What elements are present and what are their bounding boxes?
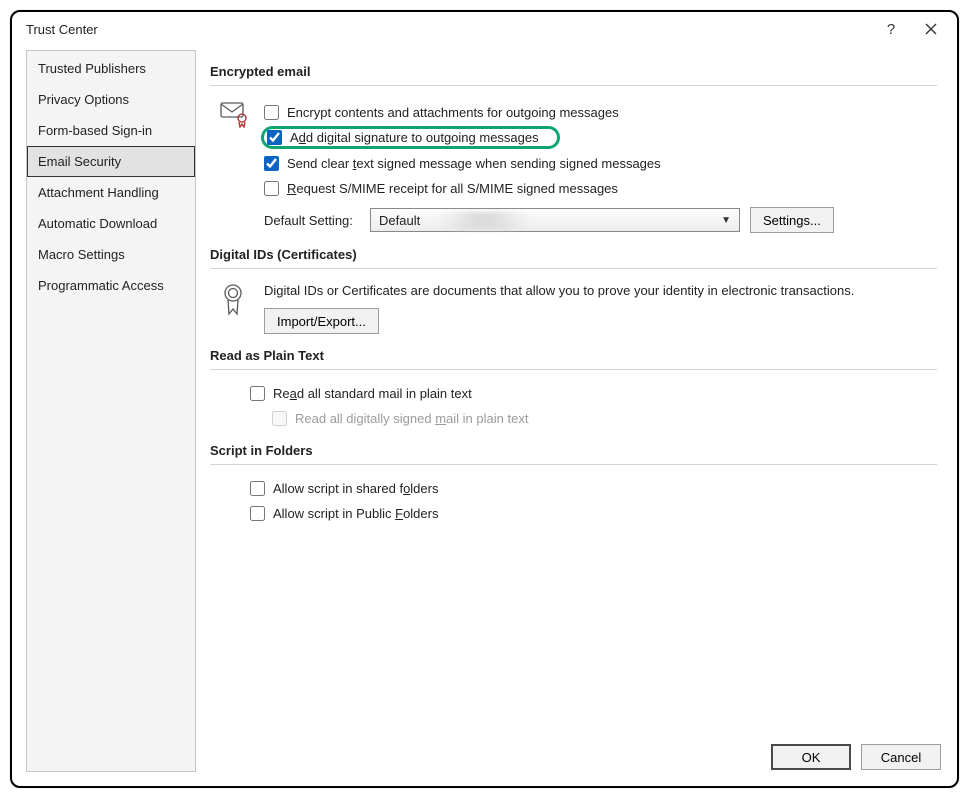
sidebar-item-privacy-options[interactable]: Privacy Options [27,84,195,115]
allow-script-public-folders-label: Allow script in Public Folders [273,506,438,521]
section-heading-plain-text: Read as Plain Text [210,348,937,363]
digital-ids-description: Digital IDs or Certificates are document… [264,283,937,298]
ok-button[interactable]: OK [771,744,851,770]
certificate-ribbon-icon [220,281,250,334]
dialog-title: Trust Center [26,22,871,37]
sidebar-item-attachment-handling[interactable]: Attachment Handling [27,177,195,208]
default-setting-combobox[interactable]: Default ▼ [370,208,740,232]
request-smime-receipt-label: Request S/MIME receipt for all S/MIME si… [287,181,618,196]
default-setting-label: Default Setting: [264,213,360,228]
settings-button[interactable]: Settings... [750,207,834,233]
main-panel: Encrypted email Encry [210,50,943,772]
section-heading-script-folders: Script in Folders [210,443,937,458]
sidebar-item-automatic-download[interactable]: Automatic Download [27,208,195,239]
allow-script-shared-folders-checkbox[interactable]: Allow script in shared folders [250,477,937,499]
send-clear-text-label: Send clear text signed message when send… [287,156,661,171]
cancel-button[interactable]: Cancel [861,744,941,770]
add-digital-signature-label: Add digital signature to outgoing messag… [290,130,539,145]
add-digital-signature-checkbox[interactable] [267,130,282,145]
allow-script-shared-folders-label: Allow script in shared folders [273,481,438,496]
sidebar: Trusted Publishers Privacy Options Form-… [26,50,196,772]
section-heading-digital-ids: Digital IDs (Certificates) [210,247,937,262]
sidebar-item-programmatic-access[interactable]: Programmatic Access [27,270,195,301]
titlebar: Trust Center ? [12,12,957,46]
encrypt-contents-label: Encrypt contents and attachments for out… [287,105,619,120]
encrypt-contents-checkbox[interactable]: Encrypt contents and attachments for out… [264,101,937,123]
help-icon[interactable]: ? [871,14,911,44]
dialog-footer: OK Cancel [210,732,943,772]
read-all-plain-text-label: Read all standard mail in plain text [273,386,472,401]
envelope-seal-icon [220,98,250,233]
trust-center-dialog: Trust Center ? Trusted Publishers Privac… [10,10,959,788]
read-signed-plain-text-label: Read all digitally signed mail in plain … [295,411,528,426]
import-export-button[interactable]: Import/Export... [264,308,379,334]
sidebar-item-macro-settings[interactable]: Macro Settings [27,239,195,270]
send-clear-text-checkbox[interactable]: Send clear text signed message when send… [264,152,937,174]
add-digital-signature-highlight: Add digital signature to outgoing messag… [261,126,560,149]
chevron-down-icon: ▼ [715,215,731,226]
allow-script-public-folders-checkbox[interactable]: Allow script in Public Folders [250,502,937,524]
section-heading-encrypted-email: Encrypted email [210,64,937,79]
read-signed-plain-text-checkbox: Read all digitally signed mail in plain … [272,407,937,429]
sidebar-item-email-security[interactable]: Email Security [27,146,195,177]
sidebar-item-trusted-publishers[interactable]: Trusted Publishers [27,53,195,84]
close-icon[interactable] [911,14,951,44]
request-smime-receipt-checkbox[interactable]: Request S/MIME receipt for all S/MIME si… [264,177,937,199]
read-all-plain-text-checkbox[interactable]: Read all standard mail in plain text [250,382,937,404]
sidebar-item-form-based-sign-in[interactable]: Form-based Sign-in [27,115,195,146]
